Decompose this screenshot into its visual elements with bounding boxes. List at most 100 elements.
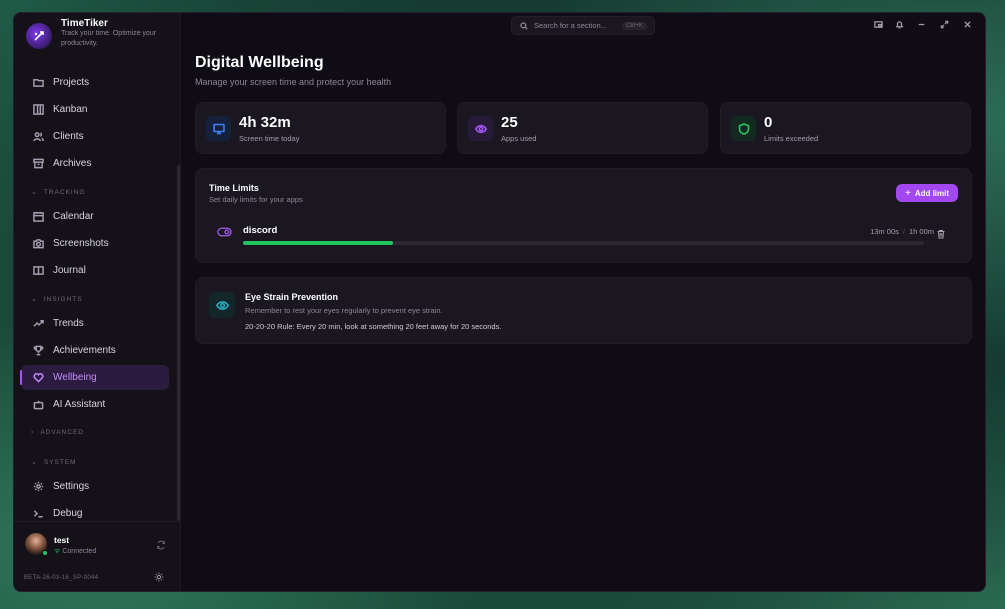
sidebar-item-screenshots[interactable]: Screenshots (21, 231, 169, 256)
sun-icon[interactable] (154, 572, 164, 582)
section-label: TRACKING (43, 188, 86, 196)
folder-icon (33, 79, 44, 87)
eye-strain-panel: Eye Strain Prevention Remember to rest y… (195, 277, 972, 344)
sidebar-item-kanban[interactable]: Kanban (21, 97, 169, 122)
archive-icon (33, 158, 44, 169)
usage-text: 13m 00s/1h 00m (870, 227, 934, 236)
chevron-right-icon: › (31, 429, 35, 436)
separator: / (902, 227, 905, 236)
sidebar-item-label: Achievements (53, 345, 116, 356)
stat-label: Apps used (501, 134, 537, 143)
picture-in-picture-icon (873, 20, 883, 28)
sidebar-item-label: Debug (53, 508, 83, 519)
sidebar-item-settings[interactable]: Settings (21, 474, 169, 499)
stat-card-screen-time: 4h 32m Screen time today (195, 102, 446, 154)
stat-label: Limits exceeded (764, 134, 819, 143)
sidebar-item-label: Settings (53, 481, 90, 492)
eye-strain-rule: 20-20-20 Rule: Every 20 min, look at som… (245, 322, 502, 331)
chevron-down-icon: ⌄ (31, 296, 38, 303)
stat-label: Screen time today (239, 134, 300, 143)
sidebar-item-label: Calendar (53, 211, 94, 222)
picture-in-picture-button[interactable] (873, 19, 883, 29)
sidebar-item-ai-assistant[interactable]: AI Assistant (21, 392, 169, 417)
list-item: discord 13m 00s/1h 00m (209, 217, 960, 249)
kanban-icon (33, 104, 44, 115)
eye-strain-title: Eye Strain Prevention (245, 292, 339, 302)
chevron-down-icon: ⌄ (31, 459, 38, 466)
online-status-dot (42, 550, 48, 556)
user-panel: test ᯤ Connected BETA-26-03-16_SP-0044 (14, 521, 180, 591)
search-icon (520, 21, 528, 30)
sidebar-item-label: Archives (53, 158, 92, 169)
sidebar-item-calendar[interactable]: Calendar (21, 204, 169, 229)
page-title: Digital Wellbeing (195, 54, 324, 71)
sync-icon[interactable] (156, 540, 166, 550)
sidebar-item-achievements[interactable]: Achievements (21, 338, 169, 363)
section-insights[interactable]: ⌄ INSIGHTS (31, 295, 83, 304)
plus-icon: + (904, 187, 911, 199)
sidebar-item-clients[interactable]: Clients (21, 124, 169, 149)
section-tracking[interactable]: ⌄ TRACKING (31, 188, 86, 197)
time-limits-title: Time Limits (209, 183, 259, 193)
connection-status: ᯤ Connected (54, 547, 96, 556)
title-bar: Ctrl+K (181, 13, 985, 39)
sidebar-item-trends[interactable]: Trends (21, 311, 169, 336)
time-limits-subtitle: Set daily limits for your apps (209, 195, 303, 204)
sidebar-item-label: Screenshots (53, 238, 109, 249)
app-window: TimeTiker Track your time. Optimize your… (13, 12, 986, 592)
stat-card-apps-used: 25 Apps used (457, 102, 708, 154)
sidebar-scrollbar[interactable] (177, 165, 180, 521)
build-version: BETA-26-03-16_SP-0044 (24, 575, 99, 581)
eye-icon (468, 116, 493, 141)
connection-status-label: Connected (62, 548, 97, 555)
book-icon (33, 266, 44, 276)
add-limit-label: Add limit (914, 188, 950, 198)
monitor-icon (206, 116, 231, 141)
time-limits-panel: Time Limits Set daily limits for your ap… (195, 168, 972, 263)
limit-time: 1h 00m (908, 227, 934, 236)
eye-icon (209, 292, 235, 318)
sidebar-item-archives[interactable]: Archives (21, 151, 169, 176)
eye-strain-subtitle: Remember to rest your eyes regularly to … (245, 306, 443, 315)
minimize-icon (918, 23, 924, 25)
stat-value: 4h 32m (239, 114, 291, 131)
section-advanced[interactable]: › ADVANCED (31, 429, 84, 436)
sidebar-item-label: Kanban (53, 104, 88, 115)
minimize-button[interactable] (916, 19, 926, 29)
close-button[interactable] (962, 19, 972, 29)
sidebar-item-label: Clients (53, 131, 84, 142)
close-icon (963, 20, 971, 28)
maximize-icon (940, 20, 948, 28)
notifications-button[interactable] (894, 19, 904, 29)
sidebar-item-label: Journal (53, 265, 86, 276)
stat-value: 0 (764, 114, 773, 131)
chevron-down-icon: ⌄ (31, 189, 38, 196)
trash-icon[interactable] (936, 229, 946, 239)
sidebar-item-label: Wellbeing (53, 372, 97, 383)
sidebar-item-label: Trends (53, 318, 84, 329)
camera-icon (33, 239, 44, 249)
stat-card-limits-exceeded: 0 Limits exceeded (720, 102, 971, 154)
calendar-icon (33, 211, 44, 222)
user-name: test (54, 535, 70, 545)
sidebar-item-label: Projects (53, 77, 90, 88)
usage-progress-fill (243, 241, 393, 245)
search-box[interactable]: Ctrl+K (511, 16, 655, 35)
app-name: discord (243, 225, 278, 236)
maximize-button[interactable] (939, 19, 949, 29)
trophy-icon (33, 345, 44, 356)
add-limit-button[interactable]: + Add limit (896, 184, 958, 202)
brand: TimeTiker Track your time. Optimize your… (14, 13, 180, 63)
page-subtitle: Manage your screen time and protect your… (195, 77, 392, 87)
sidebar-item-wellbeing[interactable]: Wellbeing (20, 365, 169, 390)
toggle-icon[interactable] (217, 227, 232, 237)
sidebar-item-journal[interactable]: Journal (21, 258, 169, 283)
main-content: Ctrl+K Digital Wellbeing Manage your scr… (181, 13, 985, 591)
sidebar: TimeTiker Track your time. Optimize your… (14, 13, 181, 591)
search-input[interactable] (534, 21, 620, 30)
section-system[interactable]: ⌄ SYSTEM (31, 458, 77, 467)
search-shortcut: Ctrl+K (622, 21, 647, 30)
section-label: ADVANCED (40, 429, 84, 436)
sidebar-item-projects[interactable]: Projects (21, 70, 169, 95)
wifi-icon: ᯤ (54, 548, 61, 555)
